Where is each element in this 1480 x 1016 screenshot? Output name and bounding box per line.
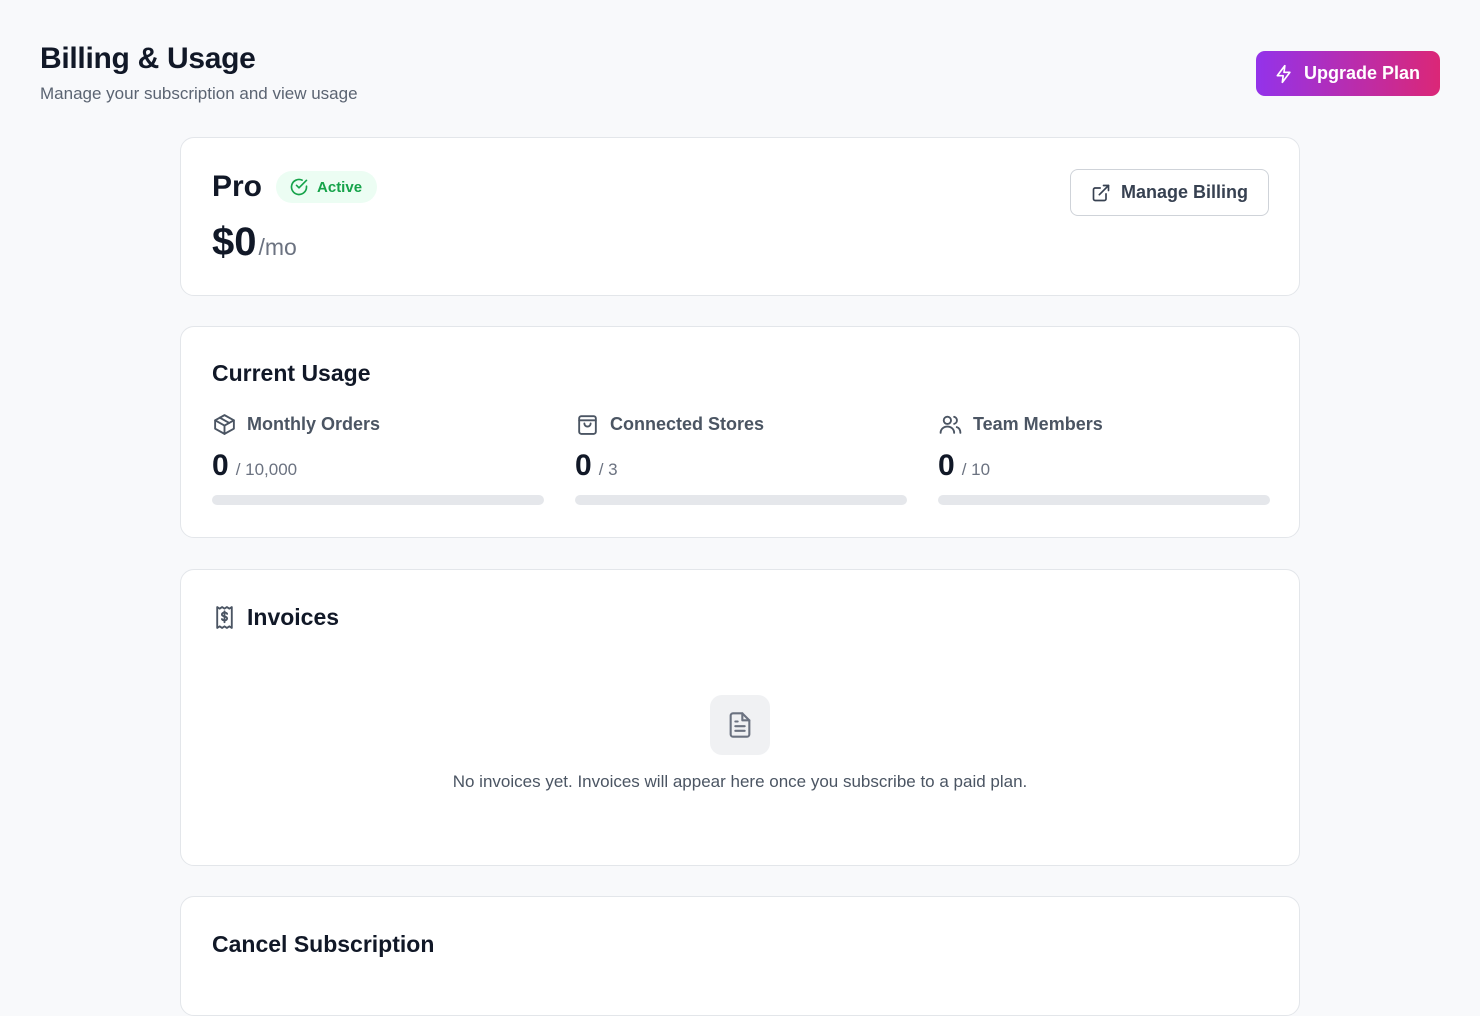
invoices-title: Invoices [247, 604, 340, 630]
invoices-heading: Invoices [212, 604, 339, 631]
price-period: /mo [258, 234, 297, 260]
invoices-empty-text: No invoices yet. Invoices will appear he… [452, 772, 1028, 791]
usage-label: Team Members [973, 414, 1103, 434]
users-icon [938, 412, 963, 437]
usage-label: Connected Stores [610, 414, 765, 434]
manage-billing-button[interactable]: Manage Billing [1069, 169, 1269, 216]
plan-heading: Pro Active [212, 170, 378, 204]
file-text-icon [726, 711, 754, 739]
usage-used: 0 [938, 449, 955, 482]
page-subtitle: Manage your subscription and view usage [40, 84, 358, 103]
usage-used: 0 [575, 449, 592, 482]
package-icon [212, 412, 237, 437]
usage-grid: Monthly Orders 0 / 10,000 Connected Stor… [212, 412, 1270, 505]
receipt-icon [212, 605, 237, 630]
empty-state-icon-box [710, 695, 770, 755]
invoices-card: Invoices No invoices yet. Invoices will … [180, 569, 1300, 866]
usage-progress-bar [575, 495, 907, 505]
upgrade-plan-label: Upgrade Plan [1303, 63, 1420, 83]
page-header: Billing & Usage Manage your subscription… [40, 40, 358, 104]
status-label: Active [317, 178, 363, 196]
usage-label: Monthly Orders [247, 414, 381, 434]
upgrade-plan-button[interactable]: Upgrade Plan [1255, 51, 1440, 96]
usage-title: Current Usage [212, 360, 371, 386]
status-badge: Active [276, 171, 378, 203]
usage-card: Current Usage Monthly Orders 0 / 10,000 [180, 326, 1300, 538]
usage-item-connected-stores: Connected Stores 0 / 3 [575, 412, 907, 505]
cancel-subscription-card: Cancel Subscription [180, 896, 1300, 1016]
usage-limit: / 3 [598, 460, 618, 479]
shopping-bag-icon [575, 412, 600, 437]
manage-billing-label: Manage Billing [1120, 182, 1248, 202]
usage-used: 0 [212, 449, 229, 482]
usage-progress-bar [212, 495, 544, 505]
usage-limit: / 10 [961, 460, 991, 479]
plan-card: Pro Active $0 /mo Manage Billing [180, 137, 1300, 296]
page-title: Billing & Usage [40, 42, 256, 75]
usage-item-monthly-orders: Monthly Orders 0 / 10,000 [212, 412, 544, 505]
check-circle-icon [289, 177, 309, 197]
usage-limit: / 10,000 [235, 460, 298, 479]
usage-item-team-members: Team Members 0 / 10 [938, 412, 1270, 505]
cancel-subscription-title: Cancel Subscription [212, 931, 435, 957]
price-value: $0 [212, 220, 257, 264]
usage-progress-bar [938, 495, 1270, 505]
plan-name: Pro [212, 170, 263, 203]
lightning-icon [1274, 64, 1294, 84]
plan-price: $0 /mo [212, 220, 297, 265]
external-link-icon [1091, 183, 1111, 203]
